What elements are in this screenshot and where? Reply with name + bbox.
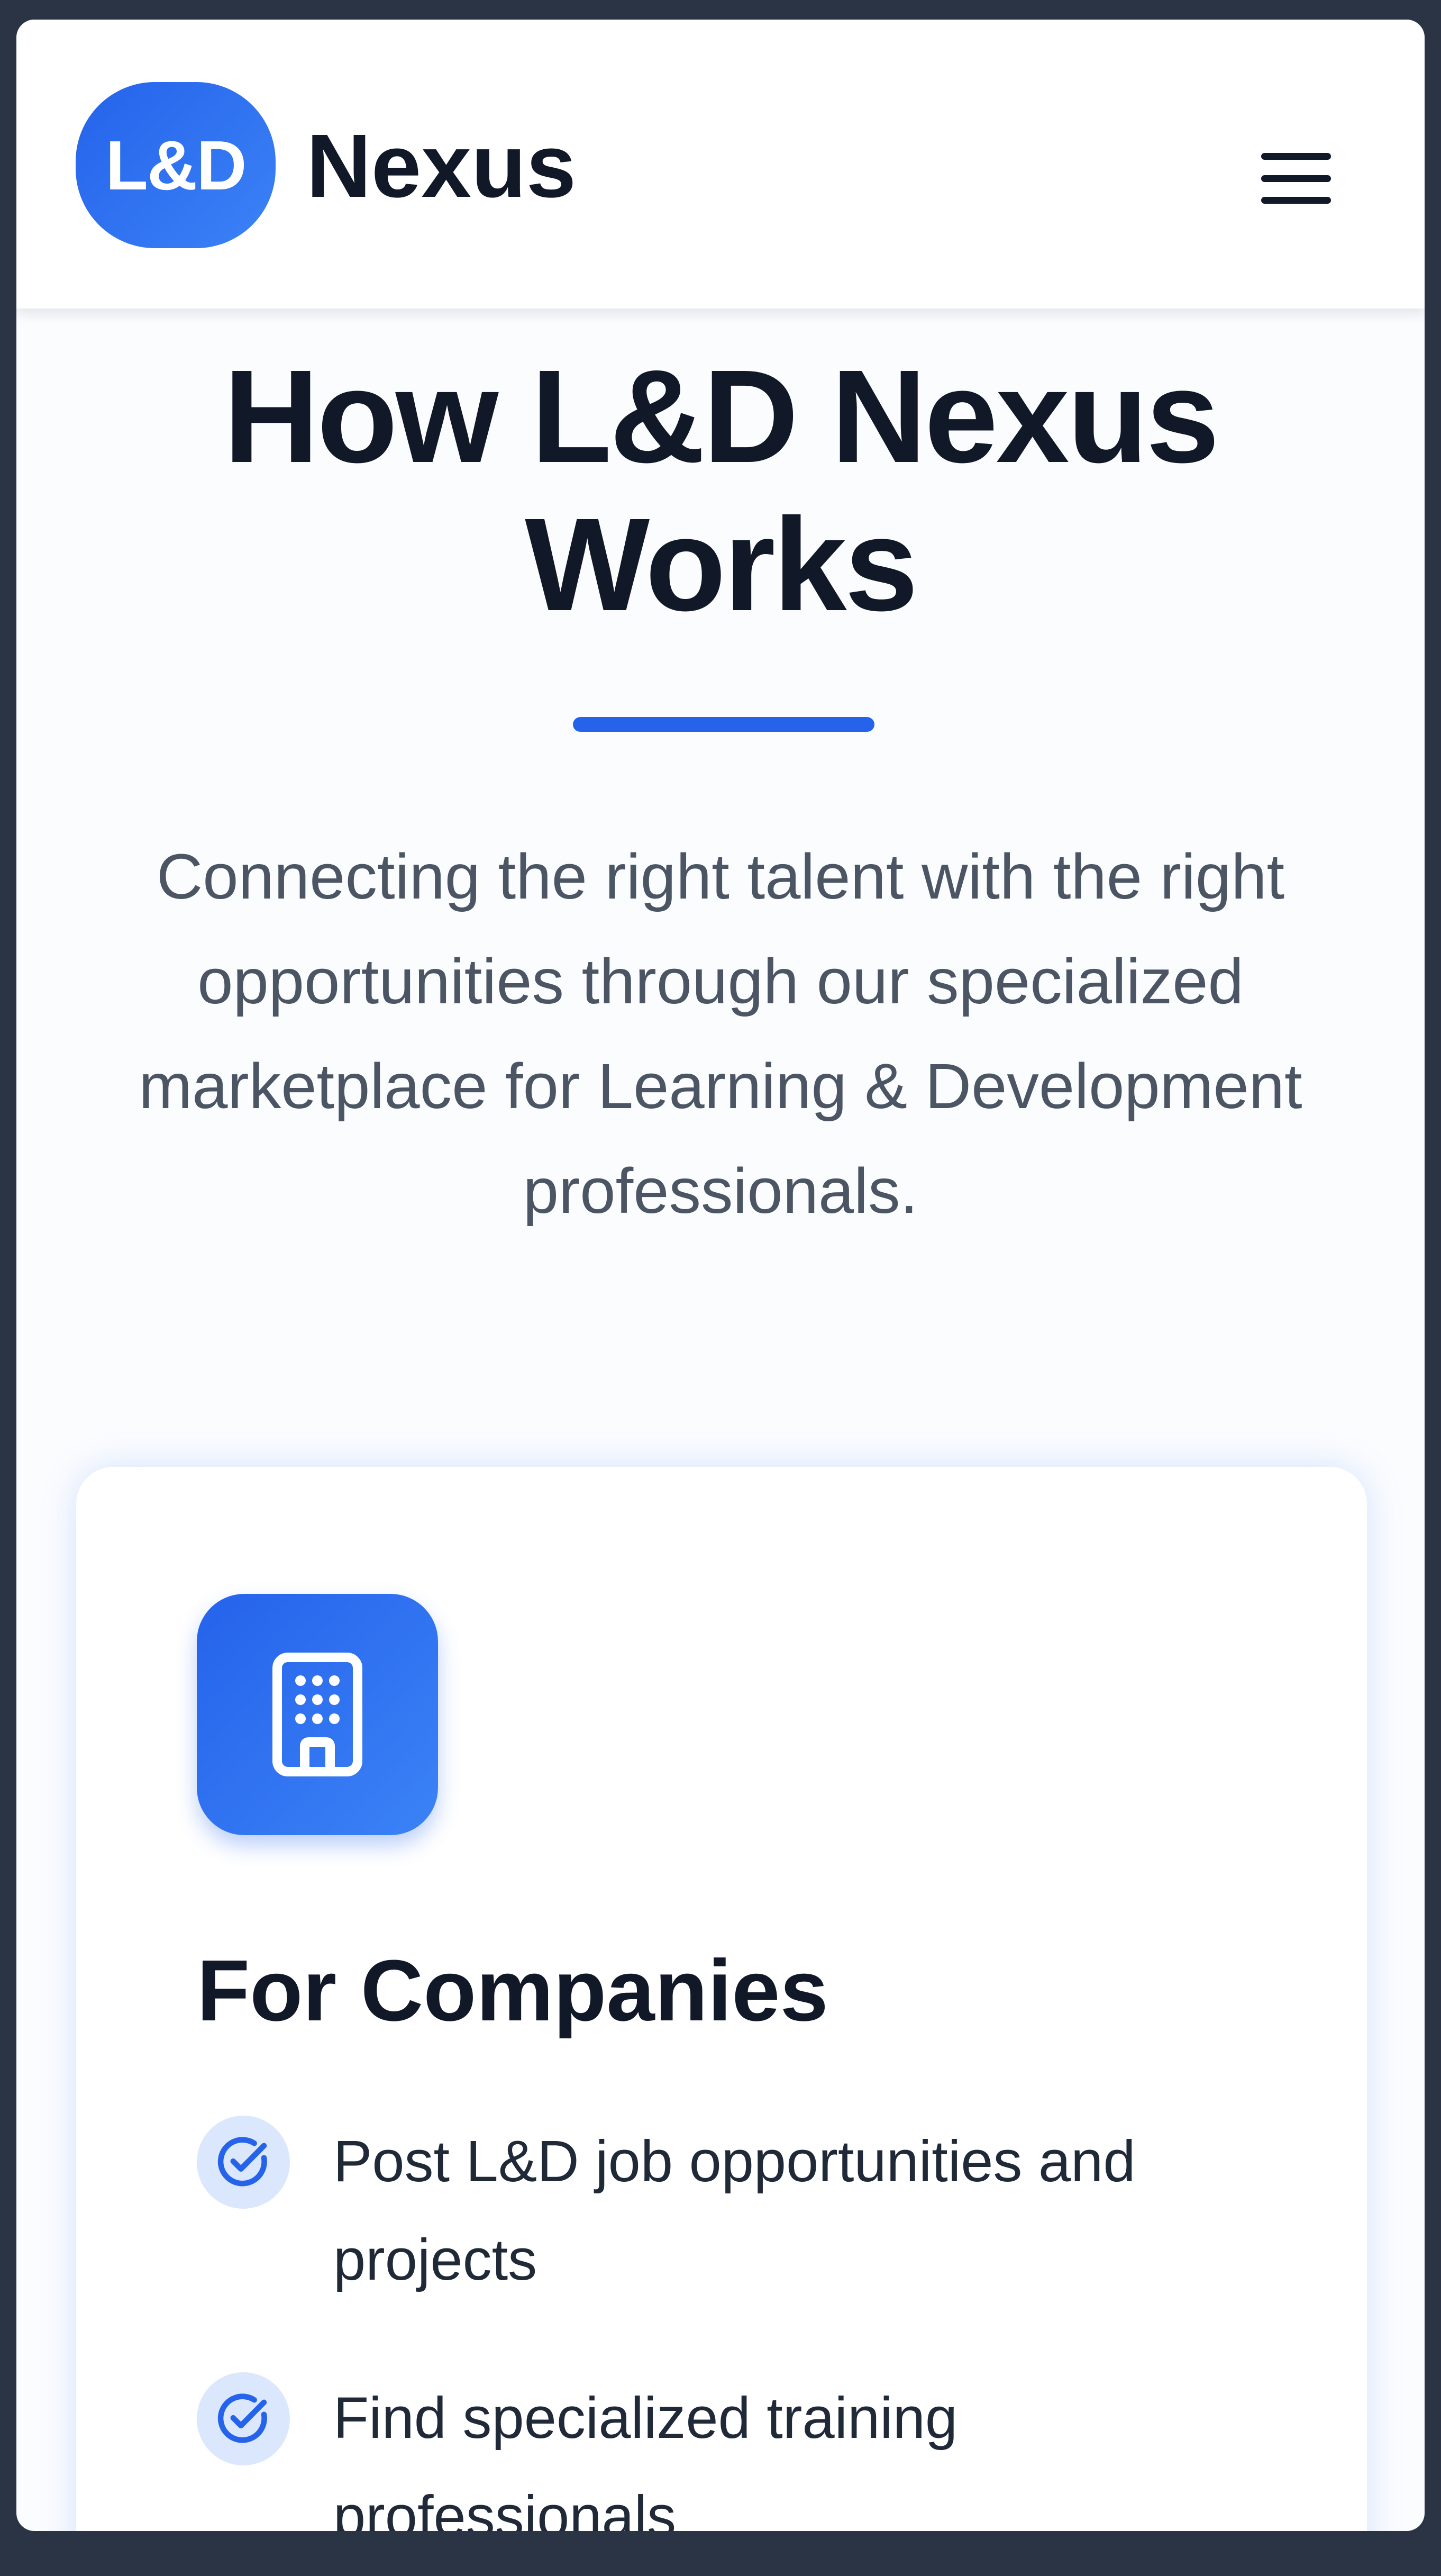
check-circle-icon-svg: [217, 2137, 267, 2187]
feature-text: Find specialized training professionals: [333, 2385, 958, 2531]
hamburger-menu-icon-bar: [1261, 175, 1331, 182]
brand-name[interactable]: Nexus: [306, 121, 576, 211]
top-navbar: L&D Nexus: [16, 20, 1425, 309]
page-title: How L&D Nexus Works: [223, 342, 1220, 638]
menu-button[interactable]: [1259, 147, 1333, 210]
feature-text: Post L&D job opportunities and projects: [333, 2129, 1136, 2292]
check-circle-icon: [197, 2372, 290, 2465]
app-screen: L&D Nexus How L&D Nexus Works Connecting…: [16, 20, 1425, 2531]
logo-badge[interactable]: L&D: [76, 82, 276, 248]
logo-text: L&D: [105, 126, 247, 204]
hamburger-menu-icon-bar: [1261, 197, 1331, 204]
companies-card: For Companies Post L&D job opportunities…: [76, 1467, 1367, 2531]
building-icon: [197, 1594, 438, 1835]
check-circle-icon-svg: [217, 2393, 267, 2443]
hamburger-menu-icon: [1261, 153, 1331, 160]
title-underline-divider: [573, 717, 874, 732]
page-subtitle: Connecting the right talent with the rig…: [139, 840, 1302, 1227]
building-icon-svg: [272, 1653, 362, 1776]
card-title: For Companies: [197, 1942, 828, 2039]
check-circle-icon: [197, 2116, 290, 2209]
